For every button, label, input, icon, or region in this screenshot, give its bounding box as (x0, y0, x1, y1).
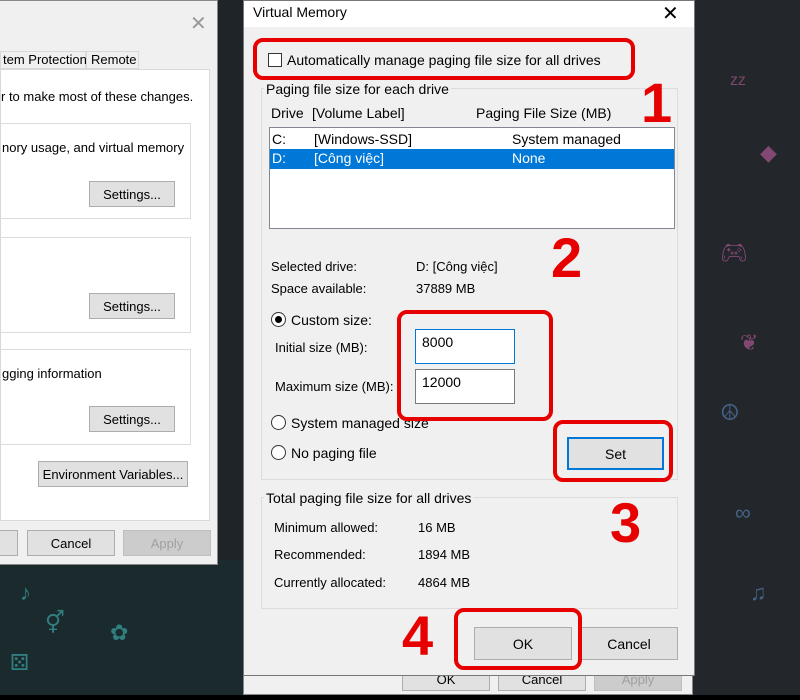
desktop-background-right: ᶻᶻ ◆ 🎮︎ ❦ ☮ ∞ ♫ (690, 0, 800, 700)
no-paging-radio[interactable] (271, 445, 286, 460)
performance-settings-button[interactable]: Settings... (89, 181, 175, 207)
startup-desc: gging information (2, 366, 102, 381)
step-3-label: 3 (610, 491, 642, 554)
environment-variables-button[interactable]: Environment Variables... (38, 461, 188, 487)
drive-size: System managed (512, 131, 621, 147)
column-volume: [Volume Label] (312, 105, 405, 121)
highlight-step4 (454, 608, 582, 670)
user-profiles-group: Settings... (0, 237, 191, 333)
dice-icon: ⚄ (10, 650, 30, 675)
startup-recovery-group: gging information Settings... (0, 349, 191, 445)
drive-letter: C: (272, 131, 286, 147)
drive-label: [Windows-SSD] (314, 131, 413, 147)
highlight-step2 (397, 310, 553, 421)
minimum-allowed-label: Minimum allowed: (274, 520, 379, 535)
column-drive: Drive (271, 105, 304, 121)
tab-panel: r to make most of these changes. nory us… (0, 69, 210, 521)
column-size: Paging File Size (MB) (476, 105, 612, 121)
step-2-label: 2 (551, 226, 583, 289)
highlight-step1 (253, 38, 635, 80)
guitar-icon: ♫ (750, 580, 767, 605)
ok-button[interactable] (0, 530, 18, 556)
system-managed-radio[interactable] (271, 415, 286, 430)
close-icon[interactable]: ✕ (190, 11, 207, 36)
admin-note: r to make most of these changes. (1, 89, 194, 104)
drive-size: None (512, 150, 546, 166)
no-paging-label[interactable]: No paging file (291, 445, 377, 461)
space-available-label: Space available: (271, 281, 367, 296)
drive-row-d[interactable]: D: [Công việc] None (270, 149, 674, 169)
custom-size-label[interactable]: Custom size: (291, 312, 372, 328)
custom-size-radio[interactable] (271, 312, 286, 327)
performance-group: nory usage, and virtual memory Settings.… (0, 123, 191, 219)
gem-icon: ◆ (760, 140, 777, 165)
selected-drive-value: D: [Công việc] (416, 259, 498, 274)
cancel-button[interactable]: Cancel (580, 627, 678, 660)
zzz-icon: ᶻᶻ (730, 70, 746, 95)
dialog-title: Virtual Memory (253, 4, 347, 20)
system-properties-dialog: ✕ tem Protection Remote r to make most o… (0, 0, 218, 565)
total-legend: Total paging file size for all drives (264, 490, 474, 506)
gamepad-icon: 🎮︎ (720, 240, 748, 265)
glasses-icon: ∞ (735, 500, 751, 525)
drive-letter: D: (272, 150, 286, 166)
recommended-value: 1894 MB (418, 547, 471, 562)
cancel-button[interactable]: Cancel (27, 530, 115, 556)
space-available-value: 37889 MB (416, 281, 476, 296)
music-icon: ♪ (20, 580, 31, 605)
tab-remote[interactable]: Remote (86, 51, 139, 69)
user-profiles-settings-button[interactable]: Settings... (89, 293, 175, 319)
highlight-step3 (553, 420, 673, 482)
close-icon[interactable]: ✕ (662, 1, 679, 26)
drive-list[interactable]: C: [Windows-SSD] System managed D: [Công… (269, 127, 675, 229)
recommended-label: Recommended: (274, 547, 366, 562)
bottom-border (0, 695, 800, 700)
minimum-allowed-value: 16 MB (418, 520, 456, 535)
desktop-background: ♪ ⚥ ✿ ⚄ (0, 560, 245, 700)
tab-system-protection[interactable]: tem Protection (0, 51, 87, 69)
selected-drive-label: Selected drive: (271, 259, 357, 274)
currently-allocated-value: 4864 MB (418, 575, 471, 590)
startup-settings-button[interactable]: Settings... (89, 406, 175, 432)
drive-label: [Công việc] (314, 150, 385, 166)
step-1-label: 1 (641, 71, 673, 134)
step-4-label: 4 (402, 604, 434, 667)
title-bar: Virtual Memory ✕ (244, 1, 694, 27)
apply-button: Apply (123, 530, 211, 556)
leaf-icon: ❦ (740, 330, 759, 355)
performance-desc: nory usage, and virtual memory (2, 140, 185, 155)
initial-size-label: Initial size (MB): (275, 340, 368, 355)
drive-row-c[interactable]: C: [Windows-SSD] System managed (270, 130, 674, 149)
peace-icon: ☮ (720, 400, 740, 425)
rose-icon: ✿ (110, 620, 129, 645)
gender-icon: ⚥ (45, 610, 65, 635)
maximum-size-label: Maximum size (MB): (275, 379, 394, 394)
currently-allocated-label: Currently allocated: (274, 575, 386, 590)
each-drive-legend: Paging file size for each drive (264, 81, 451, 97)
